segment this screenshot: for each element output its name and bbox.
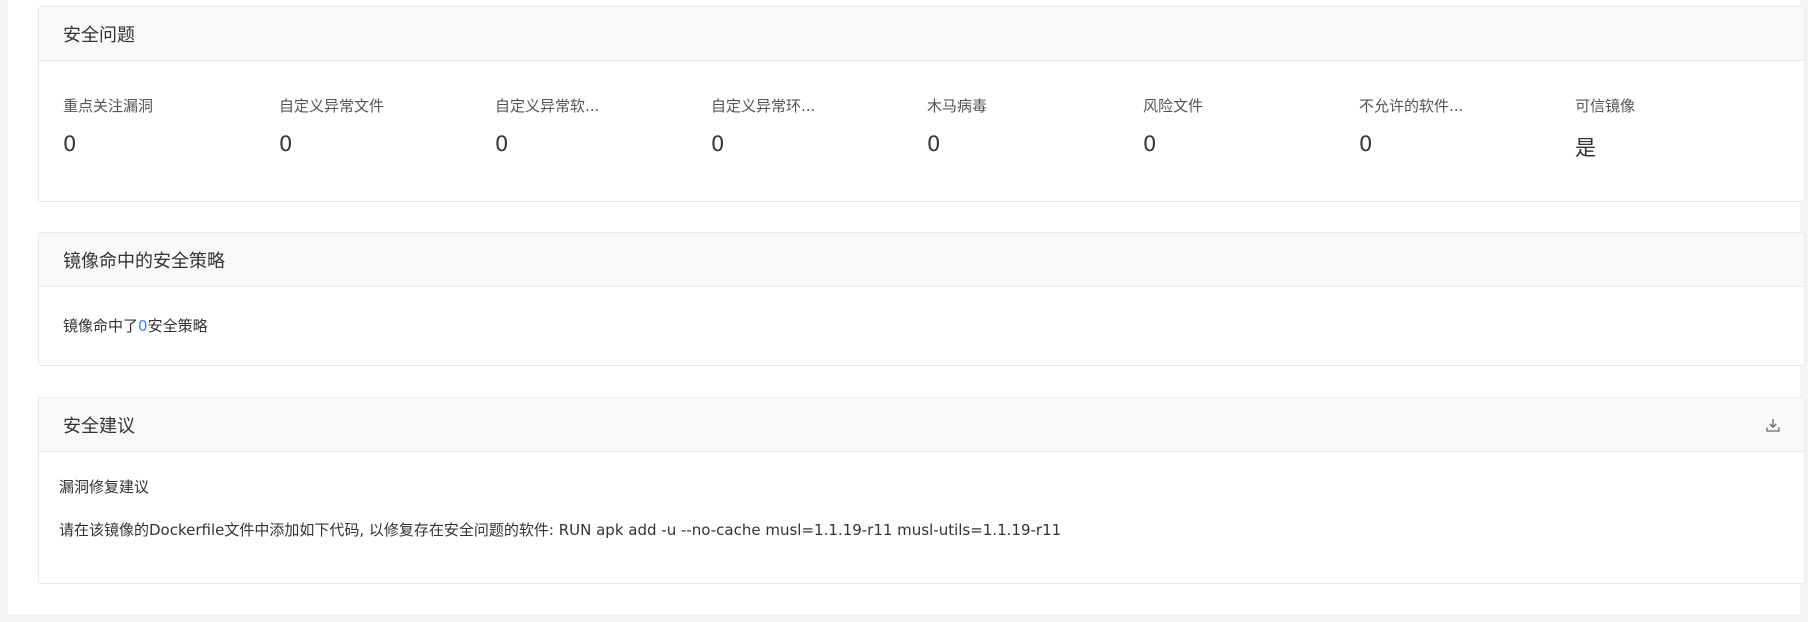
stat-label: 不允许的软件... [1359,97,1464,115]
stat-label: 木马病毒 [927,97,988,115]
stat-value[interactable]: 0 [1143,132,1359,156]
vuln-fix-text: 请在该镜像的Dockerfile文件中添加如下代码, 以修复存在安全问题的软件:… [59,521,1062,539]
security-issues-header: 安全问题 [39,7,1804,61]
stat-value[interactable]: 0 [63,132,279,156]
policy-text-suffix: 安全策略 [147,317,208,335]
stat-trusted-image: 可信镜像 是 [1575,95,1791,162]
security-policy-card: 镜像命中的安全策略 镜像命中了0安全策略 [38,232,1805,366]
security-advice-title: 安全建议 [63,415,135,437]
security-policy-title: 镜像命中的安全策略 [63,250,225,272]
stat-value[interactable]: 0 [495,132,711,156]
stat-value[interactable]: 0 [711,132,927,156]
stat-value[interactable]: 0 [279,132,495,156]
security-issues-card: 安全问题 重点关注漏洞 0 自定义异常文件 0 自定义异常软... 0 自定义异… [38,6,1805,202]
security-issues-stats: 重点关注漏洞 0 自定义异常文件 0 自定义异常软... 0 自定义异常环...… [39,61,1804,162]
stat-label: 自定义异常软... [495,97,600,115]
stat-disallowed-software: 不允许的软件... 0 [1359,95,1575,162]
download-icon [1766,418,1780,432]
page: 安全问题 重点关注漏洞 0 自定义异常文件 0 自定义异常软... 0 自定义异… [8,0,1805,614]
stat-custom-abnormal-env: 自定义异常环... 0 [711,95,927,162]
vuln-fix-title: 漏洞修复建议 [59,478,150,496]
security-advice-card: 安全建议 漏洞修复建议 请在该镜像的Dockerfile文件中添加如下代码, 以… [38,397,1805,584]
policy-count[interactable]: 0 [138,317,148,335]
stat-label: 自定义异常环... [711,97,816,115]
stat-value: 是 [1575,136,1596,160]
download-button[interactable] [1762,414,1784,436]
policy-text-prefix: 镜像命中了 [63,317,139,335]
stat-custom-abnormal-files: 自定义异常文件 0 [279,95,495,162]
stat-trojan-virus: 木马病毒 0 [927,95,1143,162]
stat-value[interactable]: 0 [1359,132,1575,156]
security-advice-header: 安全建议 [39,398,1804,452]
security-issues-title: 安全问题 [63,24,135,46]
advice-body: 漏洞修复建议 请在该镜像的Dockerfile文件中添加如下代码, 以修复存在安… [39,452,1804,540]
security-policy-header: 镜像命中的安全策略 [39,233,1804,287]
stat-custom-abnormal-software: 自定义异常软... 0 [495,95,711,162]
stat-key-vulnerabilities: 重点关注漏洞 0 [63,95,279,162]
stat-label: 可信镜像 [1575,97,1636,115]
stat-value[interactable]: 0 [927,132,1143,156]
stat-label: 自定义异常文件 [279,97,385,115]
policy-summary: 镜像命中了0安全策略 [39,287,1804,336]
stat-label: 风险文件 [1143,97,1204,115]
stat-risk-files: 风险文件 0 [1143,95,1359,162]
stat-label: 重点关注漏洞 [63,97,154,115]
